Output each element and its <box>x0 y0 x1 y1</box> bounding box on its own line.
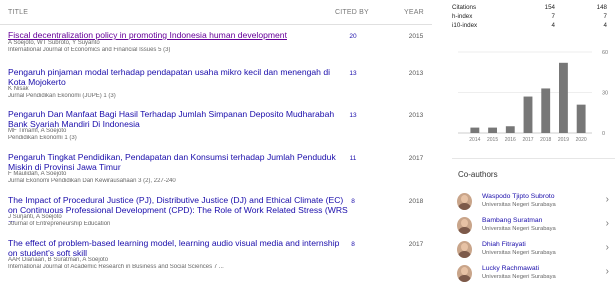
x-tick-label: 2018 <box>540 137 551 143</box>
table-row: The Impact of Procedural Justice (PJ), D… <box>0 195 432 232</box>
chart-bar-2019[interactable] <box>559 62 568 133</box>
metric-row-h-index: h-index 7 7 <box>452 13 607 21</box>
article-authors: F Maulidah, A Soejoto <box>8 171 67 177</box>
coauthor-name[interactable]: Dhiah Fitrayati <box>482 241 526 248</box>
coauthor-name[interactable]: Lucky Rachmawati <box>482 265 539 272</box>
metric-value-recent: 148 <box>596 4 607 11</box>
coauthor-affiliation: Universitas Negeri Surabaya <box>482 226 556 232</box>
metric-value-recent: 7 <box>603 13 607 20</box>
x-tick-label: 2020 <box>576 137 587 143</box>
article-venue: Jurnal Ekonomi Pendidikan Dan Kewirausah… <box>8 178 176 184</box>
article-venue: Pendidikan Ekonomi 1 (3) <box>8 135 77 141</box>
avatar <box>457 193 472 210</box>
articles-table: TITLE CITED BY YEAR Fiscal decentralizat… <box>0 0 432 284</box>
article-authors: AAR Dianaari, B Suratman, A Soejoto <box>8 257 109 263</box>
x-tick-label: 2019 <box>558 137 569 143</box>
coauthor-item[interactable]: Bambang Suratman Universitas Negeri Sura… <box>452 214 615 238</box>
section-divider <box>452 158 615 159</box>
metric-label: Citations <box>452 4 477 11</box>
metric-value-all: 7 <box>551 13 555 20</box>
y-tick-label: 30 <box>602 91 608 97</box>
citations-per-year-chart: 0 30 60 2014 2015 2016 2017 2018 2019 2020 <box>458 50 608 143</box>
chart-bar-2018[interactable] <box>541 88 551 133</box>
table-row: Pengaruh Dan Manfaat Bagi Hasil Terhadap… <box>0 109 432 146</box>
coauthor-name[interactable]: Waspodo Tjipto Subroto <box>482 193 555 200</box>
article-title-link[interactable]: Pengaruh Dan Manfaat Bagi Hasil Terhadap… <box>8 109 348 129</box>
article-authors: K Nisak <box>8 86 29 92</box>
metric-value-all: 154 <box>544 4 555 11</box>
coauthor-item[interactable]: Lucky Rachmawati Universitas Negeri Sura… <box>452 262 615 284</box>
publication-year: 2013 <box>408 70 424 77</box>
coauthor-item[interactable]: Waspodo Tjipto Subroto Universitas Neger… <box>452 190 615 214</box>
publication-year: 2013 <box>408 112 424 119</box>
cited-by-count[interactable]: 13 <box>343 70 363 77</box>
cited-by-count[interactable]: 20 <box>343 33 363 40</box>
cited-by-count[interactable]: 13 <box>343 112 363 119</box>
chart-bar-2016[interactable] <box>505 126 515 133</box>
chevron-right-icon[interactable]: › <box>606 218 609 229</box>
chart-bar-2017[interactable] <box>523 96 533 133</box>
coauthor-item[interactable]: Dhiah Fitrayati Universitas Negeri Surab… <box>452 238 615 262</box>
cited-by-count[interactable]: 11 <box>343 155 363 162</box>
article-venue: International Journal of Academic Resear… <box>8 264 224 270</box>
column-title-header[interactable]: TITLE <box>8 9 28 16</box>
table-header: TITLE CITED BY YEAR <box>0 0 432 25</box>
publication-year: 2017 <box>408 241 424 248</box>
coauthor-affiliation: Universitas Negeri Surabaya <box>482 202 556 208</box>
table-row: Fiscal decentralization policy in promot… <box>0 30 432 59</box>
table-row: The effect of problem-based learning mod… <box>0 238 432 275</box>
article-authors: A Soejoto, WT Subroto, Y Suyanto <box>8 40 100 46</box>
chevron-right-icon[interactable]: › <box>606 242 609 253</box>
cited-by-count[interactable]: 8 <box>343 241 363 248</box>
coauthors-heading: Co-authors <box>458 170 498 179</box>
publication-year: 2017 <box>408 155 424 162</box>
x-tick-label: 2014 <box>469 137 480 143</box>
column-year-header[interactable]: YEAR <box>404 9 424 16</box>
metric-row-citations: Citations 154 148 <box>452 4 607 12</box>
article-title-link[interactable]: The effect of problem-based learning mod… <box>8 238 348 258</box>
article-title-link[interactable]: Pengaruh Tingkat Pendidikan, Pendapatan … <box>8 152 348 172</box>
metric-label[interactable]: h-index <box>452 13 472 20</box>
article-authors: J Surjanti, A Soejoto <box>8 214 62 220</box>
article-venue: Jurnal Pendidikan Ekonomi (JUPE) 1 (3) <box>8 93 116 99</box>
coauthor-affiliation: Universitas Negeri Surabaya <box>482 250 556 256</box>
x-tick-label: 2015 <box>487 137 498 143</box>
y-tick-label: 60 <box>602 50 608 56</box>
article-venue: International Journal of Economics and F… <box>8 47 171 53</box>
chevron-right-icon[interactable]: › <box>606 266 609 277</box>
avatar <box>457 265 472 282</box>
x-tick-label: 2017 <box>522 137 533 143</box>
publication-year: 2018 <box>408 198 424 205</box>
metric-label[interactable]: i10-index <box>452 22 477 29</box>
chart-bar-2020[interactable] <box>576 104 586 133</box>
avatar <box>457 217 472 234</box>
table-row: Pengaruh Tingkat Pendidikan, Pendapatan … <box>0 152 432 189</box>
cited-by-count[interactable]: 8 <box>343 198 363 205</box>
avatar <box>457 241 472 258</box>
metric-value-recent: 4 <box>603 22 607 29</box>
article-title-link[interactable]: Pengaruh pinjaman modal terhadap pendapa… <box>8 67 348 87</box>
coauthor-affiliation: Universitas Negeri Surabaya <box>482 274 556 280</box>
y-tick-label: 0 <box>602 131 605 137</box>
article-venue: Journal of Entrepreneurship Education <box>8 221 111 227</box>
chart-bar-2015[interactable] <box>488 127 497 133</box>
publication-year: 2015 <box>408 33 424 40</box>
coauthor-name[interactable]: Bambang Suratman <box>482 217 542 224</box>
column-cited-by-header[interactable]: CITED BY <box>335 9 369 16</box>
metric-value-all: 4 <box>551 22 555 29</box>
metric-row-i10-index: i10-index 4 4 <box>452 22 607 30</box>
chevron-right-icon[interactable]: › <box>606 194 609 205</box>
article-authors: MF Timami, A Soejoto <box>8 128 67 134</box>
chart-bar-2014[interactable] <box>470 127 480 133</box>
x-tick-label: 2016 <box>505 137 516 143</box>
table-row: Pengaruh pinjaman modal terhadap pendapa… <box>0 67 432 104</box>
